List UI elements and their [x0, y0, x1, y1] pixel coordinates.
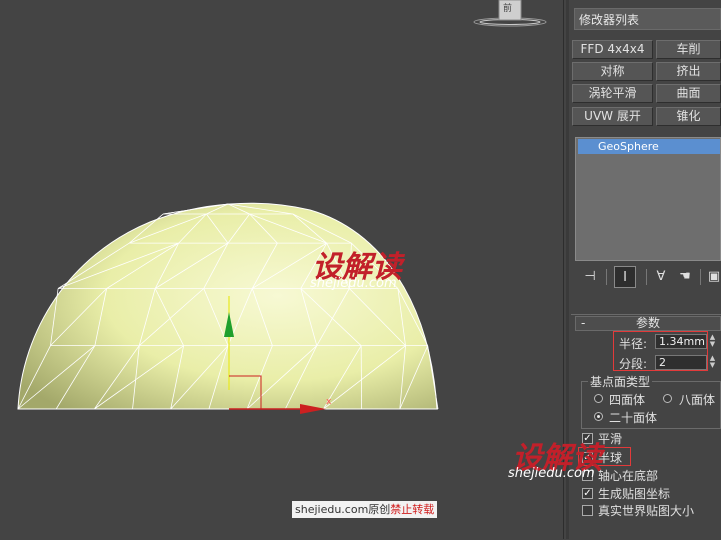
- geosphere-mesh[interactable]: x: [0, 0, 563, 539]
- gen-map-coords-label: 生成贴图坐标: [598, 485, 670, 502]
- configure-sets-icon[interactable]: ▣: [707, 266, 721, 288]
- watermark-url: shejiedu.com: [310, 276, 397, 291]
- modifier-taper-button[interactable]: 锥化: [656, 107, 721, 126]
- modifier-uvw-unwrap-button[interactable]: UVW 展开: [572, 107, 653, 126]
- pin-stack-icon[interactable]: ⊣: [579, 266, 601, 288]
- modifier-extrude-button[interactable]: 挤出: [656, 62, 721, 81]
- octa-label: 八面体: [679, 391, 715, 408]
- base-type-label: 基点面类型: [588, 373, 652, 390]
- real-world-map-label: 真实世界贴图大小: [598, 502, 694, 519]
- collapse-symbol: -: [581, 317, 585, 330]
- tetra-label: 四面体: [609, 391, 645, 408]
- modifier-stack[interactable]: GeoSphere: [575, 137, 721, 261]
- viewcube[interactable]: 前: [473, 0, 547, 28]
- modifier-lathe-button[interactable]: 车削: [656, 40, 721, 59]
- stack-toolbar: ⊣ Ⅰ ∀ ☚ ▣: [575, 266, 721, 288]
- icosa-label: 二十面体: [609, 409, 657, 426]
- credit-label: shejiedu.com原创禁止转载: [292, 501, 437, 518]
- modifier-turbosmooth-button[interactable]: 涡轮平滑: [572, 84, 653, 103]
- modifier-ffd-button[interactable]: FFD 4x4x4: [572, 40, 653, 59]
- parameters-rollout-header[interactable]: - 参数: [575, 316, 721, 331]
- perspective-viewport[interactable]: x 前 设解读 shejiedu.com shejiedu.com原创禁止转载: [0, 0, 563, 539]
- tetra-radio[interactable]: [594, 394, 603, 403]
- segments-spinner-arrows[interactable]: ▲▼: [708, 355, 717, 370]
- viewcube-face-label: 前: [503, 1, 512, 14]
- highlight-radius-segments: [613, 331, 708, 371]
- dome-shape: [18, 203, 437, 409]
- radius-spinner-arrows[interactable]: ▲▼: [708, 334, 717, 349]
- axis-x-label: x: [326, 397, 332, 407]
- octa-radio[interactable]: [663, 394, 672, 403]
- modifier-surface-button[interactable]: 曲面: [656, 84, 721, 103]
- stack-item-geosphere[interactable]: GeoSphere: [578, 139, 720, 154]
- real-world-map-checkbox[interactable]: [582, 505, 593, 516]
- modifier-list-dropdown[interactable]: 修改器列表: [574, 8, 721, 30]
- rollout-title: 参数: [636, 316, 660, 330]
- gen-map-coords-checkbox[interactable]: ✓: [582, 488, 593, 499]
- modifier-symmetry-button[interactable]: 对称: [572, 62, 653, 81]
- base-pivot-label: 轴心在底部: [598, 467, 658, 484]
- watermark-url-2: shejiedu.com: [508, 466, 595, 481]
- icosa-radio[interactable]: [594, 412, 603, 421]
- remove-modifier-icon[interactable]: ☚: [674, 266, 696, 288]
- make-unique-icon[interactable]: ∀: [650, 266, 672, 288]
- show-end-result-icon[interactable]: Ⅰ: [614, 266, 636, 288]
